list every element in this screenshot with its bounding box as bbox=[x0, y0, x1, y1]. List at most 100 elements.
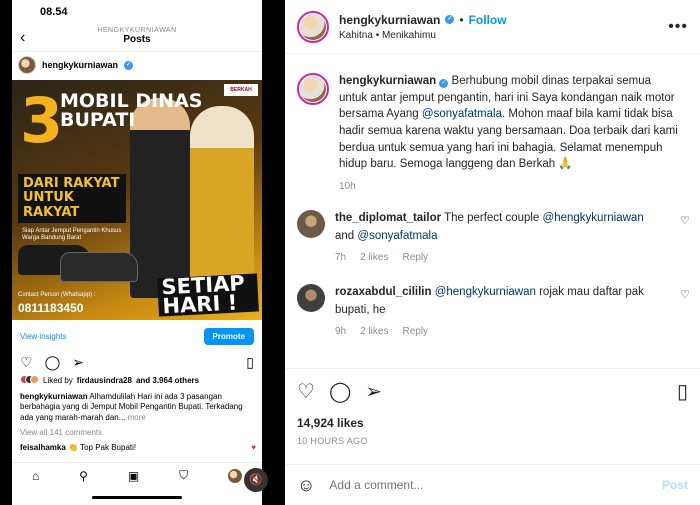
comment-username[interactable]: the_diplomat_tailor bbox=[335, 212, 441, 224]
add-comment-input[interactable] bbox=[329, 478, 648, 492]
heart-icon[interactable]: ♡ bbox=[297, 379, 315, 404]
heart-icon[interactable]: ♡ bbox=[20, 354, 33, 371]
reply-button[interactable]: Reply bbox=[402, 326, 428, 337]
share-icon[interactable]: ➢ bbox=[365, 379, 382, 404]
avatar[interactable] bbox=[18, 56, 36, 74]
comment-likes[interactable]: 2 likes bbox=[360, 326, 388, 337]
post-time: 10 HOURS AGO bbox=[297, 436, 368, 446]
shop-icon[interactable]: ⛉ bbox=[179, 468, 188, 483]
caption-more-link[interactable]: more bbox=[128, 413, 146, 422]
comment-mention[interactable]: @sonyafatmala bbox=[357, 230, 437, 242]
avatar[interactable] bbox=[297, 210, 325, 238]
comment-mention[interactable]: @hengkykurniawan bbox=[543, 212, 644, 224]
back-icon[interactable]: ‹ bbox=[20, 29, 25, 47]
poster-contact: Contact Person (Whatsapp) : bbox=[18, 292, 96, 298]
reels-icon[interactable]: ▣ bbox=[128, 469, 139, 483]
liker-avatars bbox=[20, 375, 39, 386]
poster-subtext: Siap Antar Jemput Pengantin Khusus Warga… bbox=[22, 228, 122, 242]
mute-icon[interactable]: 🔇 bbox=[244, 468, 268, 492]
view-insights-link[interactable]: View insights bbox=[20, 332, 67, 341]
emoji-icon[interactable]: ☺ bbox=[297, 475, 315, 496]
comment-icon[interactable]: ◯ bbox=[329, 379, 351, 404]
heart-icon[interactable]: ♡ bbox=[680, 214, 690, 227]
header-username: HENGKYKURNIAWAN bbox=[97, 27, 177, 34]
insights-bar: View insights Promote bbox=[12, 326, 262, 346]
post-header: hengkykurniawan ✓ • Follow Kahitna • Men… bbox=[285, 0, 700, 54]
liked-by-prefix: Liked by bbox=[43, 376, 73, 385]
avatar[interactable] bbox=[297, 284, 325, 312]
comment-icon[interactable]: ◯ bbox=[45, 354, 61, 371]
avatar[interactable] bbox=[297, 10, 329, 43]
liked-by-user[interactable]: firdausindra28 bbox=[77, 376, 132, 385]
phone-post-user[interactable]: hengkykurniawan ✓ bbox=[12, 52, 262, 78]
header-title: Posts bbox=[123, 34, 151, 45]
music-label[interactable]: Kahitna • Menikahimu bbox=[339, 30, 507, 41]
likes-count[interactable]: 14,924 likes bbox=[297, 416, 688, 430]
add-comment-bar: ☺ Post bbox=[285, 464, 700, 505]
reply-button[interactable]: Reply bbox=[402, 252, 428, 263]
comment-item: the_diplomat_tailor The perfect couple @… bbox=[285, 210, 700, 263]
comment-time: 9h bbox=[335, 325, 347, 337]
comment-username[interactable]: feisalhamka bbox=[20, 443, 66, 452]
verified-icon: ✓ bbox=[439, 79, 449, 88]
profile-avatar[interactable] bbox=[227, 468, 242, 483]
comment-likes[interactable]: 2 likes bbox=[360, 252, 388, 263]
poster-phone: 0811183450 bbox=[18, 301, 84, 315]
view-all-comments[interactable]: View all 141 comments bbox=[20, 428, 102, 437]
bookmark-icon[interactable]: ▯ bbox=[246, 354, 254, 371]
comment-mention[interactable]: @hengkykurniawan bbox=[435, 286, 536, 298]
verified-icon: ✓ bbox=[124, 60, 134, 70]
liked-by-suffix[interactable]: and 3.964 others bbox=[136, 376, 199, 385]
search-icon[interactable]: ⚲ bbox=[79, 469, 88, 483]
poster-headline: MOBIL DINAS BUPATI bbox=[60, 90, 203, 132]
bookmark-icon[interactable]: ▯ bbox=[677, 379, 688, 404]
poster-number: 3 bbox=[20, 84, 64, 157]
comment-and: and bbox=[335, 229, 355, 242]
comment-text: The perfect couple bbox=[444, 212, 540, 224]
phone-caption: hengkykurniawan Alhamdulilah Hari ini ad… bbox=[20, 392, 256, 423]
phone-screen: 08.54 4G ‹ HENGKYKURNIAWAN Posts hengkyk… bbox=[12, 0, 262, 505]
poster-tagline: DARI RAKYAT UNTUK RAKYAT bbox=[18, 174, 126, 223]
comment-username[interactable]: rozaxabdul_cililin bbox=[335, 286, 432, 298]
post-user-info: hengkykurniawan ✓ • Follow Kahitna • Men… bbox=[339, 13, 507, 41]
more-options-icon[interactable]: ••• bbox=[668, 18, 688, 36]
caption-username[interactable]: hengkykurniawan bbox=[20, 392, 88, 401]
phone-comment: feisalhamka 👏 Top Pak Bupati! ♥ bbox=[20, 443, 256, 452]
caption-time: 10h bbox=[339, 181, 356, 193]
status-bar: 08.54 4G bbox=[12, 0, 262, 24]
post-comment-button[interactable]: Post bbox=[662, 478, 688, 492]
phone-screenshot: 08.54 4G ‹ HENGKYKURNIAWAN Posts hengkyk… bbox=[0, 0, 285, 505]
separator-dot: • bbox=[459, 12, 464, 27]
poster-brand: BERKAH bbox=[224, 84, 258, 96]
heart-icon[interactable]: ♡ bbox=[680, 288, 690, 301]
bottom-nav: ⌂ ⚲ ▣ ⛉ bbox=[12, 462, 262, 488]
comments-area[interactable]: hengkykurniawan ✓ Berhubung mobil dinas … bbox=[285, 55, 700, 367]
verified-icon: ✓ bbox=[445, 15, 455, 24]
avatar[interactable] bbox=[297, 73, 329, 105]
phone-action-bar: ♡ ◯ ➢ ▯ bbox=[12, 352, 262, 372]
promote-button[interactable]: Promote bbox=[203, 327, 254, 345]
liked-heart-icon[interactable]: ♥ bbox=[251, 443, 256, 452]
phone-username[interactable]: hengkykurniawan bbox=[42, 60, 118, 70]
comment-item: rozaxabdul_cililin @hengkykurniawan roja… bbox=[285, 284, 700, 337]
follow-button[interactable]: Follow bbox=[469, 13, 507, 27]
post-username[interactable]: hengkykurniawan bbox=[339, 13, 440, 27]
caption-mention[interactable]: @sonyafatmala bbox=[422, 108, 502, 120]
poster-setiap: SETIAP HARI ! bbox=[157, 271, 259, 318]
caption: hengkykurniawan ✓ Berhubung mobil dinas … bbox=[339, 73, 679, 173]
post-image[interactable]: 3 MOBIL DINAS BUPATI DARI RAKYAT UNTUK R… bbox=[12, 80, 262, 320]
home-indicator bbox=[92, 496, 182, 499]
phone-liked-by: Liked by firdausindra28 and 3.964 others bbox=[20, 375, 199, 386]
caption-username[interactable]: hengkykurniawan bbox=[339, 75, 436, 87]
comment-time: 7h bbox=[335, 251, 347, 263]
share-icon[interactable]: ➢ bbox=[72, 354, 84, 371]
car-image bbox=[60, 252, 138, 282]
caption-row: hengkykurniawan ✓ Berhubung mobil dinas … bbox=[285, 55, 700, 192]
status-time: 08.54 bbox=[40, 6, 68, 18]
post-detail-panel: hengkykurniawan ✓ • Follow Kahitna • Men… bbox=[285, 0, 700, 505]
woman-figure bbox=[190, 106, 254, 298]
comment-text: 👏 Top Pak Bupati! bbox=[68, 443, 137, 452]
phone-header: ‹ HENGKYKURNIAWAN Posts bbox=[12, 24, 262, 52]
post-actions: ♡ ◯ ➢ ▯ 14,924 likes 10 HOURS AGO bbox=[285, 368, 700, 446]
home-icon[interactable]: ⌂ bbox=[32, 469, 39, 483]
